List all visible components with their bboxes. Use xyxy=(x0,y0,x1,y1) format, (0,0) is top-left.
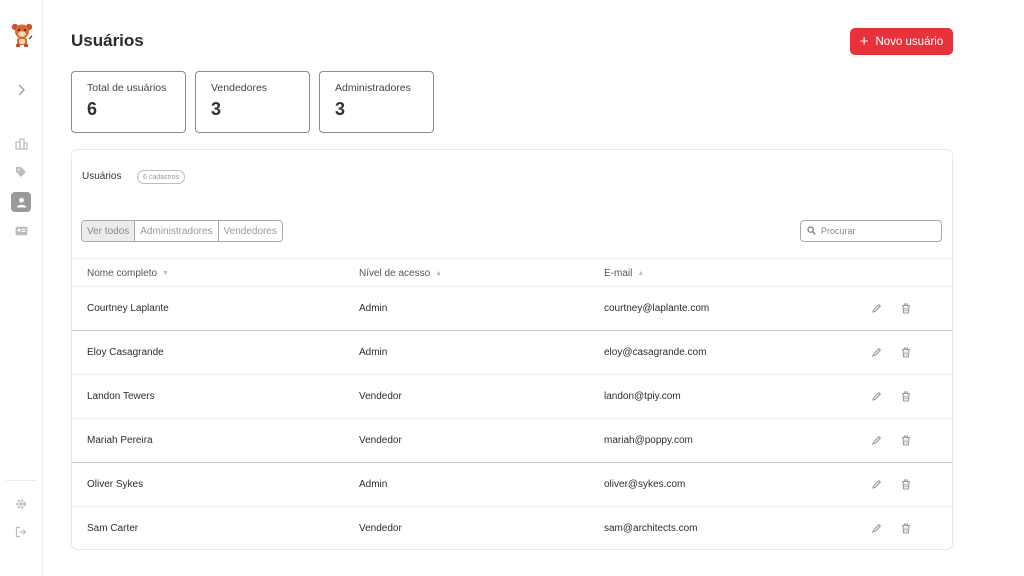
user-role: Admin xyxy=(359,303,388,314)
delete-icon[interactable] xyxy=(899,521,913,535)
tag-icon[interactable] xyxy=(11,162,31,182)
user-role: Vendedor xyxy=(359,435,402,446)
count-badge: 6 cadastros xyxy=(137,170,186,184)
table-row: Mariah Pereira Vendedor mariah@poppy.com xyxy=(72,419,952,463)
search-icon xyxy=(807,222,816,240)
column-header-name[interactable]: Nome completo ▼ xyxy=(87,268,169,279)
logout-icon[interactable] xyxy=(11,522,31,542)
stat-card-administradores: Administradores 3 xyxy=(319,71,434,133)
users-panel: Usuários 6 cadastros Ver todos Administr… xyxy=(71,149,953,550)
sort-desc-icon: ▼ xyxy=(162,270,169,277)
delete-icon[interactable] xyxy=(899,345,913,359)
sidebar-divider xyxy=(6,480,37,481)
filter-vendedores[interactable]: Vendedores xyxy=(218,221,282,241)
table-row: Courtney Laplante Admin courtney@laplant… xyxy=(72,287,952,331)
user-name: Eloy Casagrande xyxy=(87,347,164,358)
delete-icon[interactable] xyxy=(899,477,913,491)
column-header-label: Nome completo xyxy=(87,268,158,279)
table-header: Nome completo ▼ Nível de acesso ▲ E-mail… xyxy=(72,258,952,287)
search-input[interactable] xyxy=(821,226,931,236)
table-row: Oliver Sykes Admin oliver@sykes.com xyxy=(72,463,952,507)
user-email: courtney@laplante.com xyxy=(604,303,710,314)
user-role: Vendedor xyxy=(359,391,402,402)
user-name: Courtney Laplante xyxy=(87,303,169,314)
page-title: Usuários xyxy=(71,31,144,50)
stat-label: Vendedores xyxy=(211,82,268,94)
column-header-role[interactable]: Nível de acesso ▲ xyxy=(359,268,442,279)
stat-label: Total de usuários xyxy=(87,82,167,94)
delete-icon[interactable] xyxy=(899,433,913,447)
user-email: eloy@casagrande.com xyxy=(604,347,707,358)
user-email: mariah@poppy.com xyxy=(604,435,693,446)
edit-icon[interactable] xyxy=(869,521,883,535)
filter-administradores[interactable]: Administradores xyxy=(135,221,219,241)
column-header-email[interactable]: E-mail ▲ xyxy=(604,268,644,279)
plus-icon: + xyxy=(859,33,869,50)
user-name: Sam Carter xyxy=(87,523,139,534)
search-box[interactable] xyxy=(800,220,942,242)
table-row: Sam Carter Vendedor sam@architects.com xyxy=(72,507,952,551)
stat-value: 3 xyxy=(335,99,346,119)
id-card-icon[interactable] xyxy=(11,221,31,241)
sidebar xyxy=(0,0,43,576)
stat-card-total: Total de usuários 6 xyxy=(71,71,186,133)
stat-value: 3 xyxy=(211,99,222,119)
table-row: Eloy Casagrande Admin eloy@casagrande.co… xyxy=(72,331,952,375)
table-row: Landon Tewers Vendedor landon@tpiy.com xyxy=(72,375,952,419)
user-role: Vendedor xyxy=(359,523,402,534)
user-email: sam@architects.com xyxy=(604,523,698,534)
stat-card-vendedores: Vendedores 3 xyxy=(195,71,310,133)
edit-icon[interactable] xyxy=(869,345,883,359)
user-icon[interactable] xyxy=(11,192,31,212)
stat-value: 6 xyxy=(87,99,98,119)
sort-asc-icon: ▲ xyxy=(435,270,443,277)
user-role: Admin xyxy=(359,479,388,490)
new-user-label: Novo usuário xyxy=(875,35,944,48)
filter-segmented-control: Ver todos Administradores Vendedores xyxy=(81,220,283,242)
chevron-right-icon[interactable] xyxy=(11,80,31,100)
sort-asc-icon: ▲ xyxy=(637,270,645,277)
new-user-button[interactable]: + Novo usuário xyxy=(850,28,953,55)
column-header-label: Nível de acesso xyxy=(359,268,431,279)
gear-icon[interactable] xyxy=(11,494,31,514)
edit-icon[interactable] xyxy=(869,389,883,403)
column-header-label: E-mail xyxy=(604,268,633,279)
user-name: Mariah Pereira xyxy=(87,435,153,446)
stat-label: Administradores xyxy=(335,82,411,94)
edit-icon[interactable] xyxy=(869,301,883,315)
logo-icon xyxy=(10,22,34,48)
dashboard-icon[interactable] xyxy=(11,134,31,154)
user-email: oliver@sykes.com xyxy=(604,479,686,490)
delete-icon[interactable] xyxy=(899,301,913,315)
delete-icon[interactable] xyxy=(899,389,913,403)
user-name: Landon Tewers xyxy=(87,391,155,402)
user-name: Oliver Sykes xyxy=(87,479,144,490)
filter-ver-todos[interactable]: Ver todos xyxy=(82,221,136,241)
edit-icon[interactable] xyxy=(869,477,883,491)
edit-icon[interactable] xyxy=(869,433,883,447)
user-email: landon@tpiy.com xyxy=(604,391,681,402)
user-role: Admin xyxy=(359,347,388,358)
panel-title: Usuários xyxy=(82,171,122,182)
